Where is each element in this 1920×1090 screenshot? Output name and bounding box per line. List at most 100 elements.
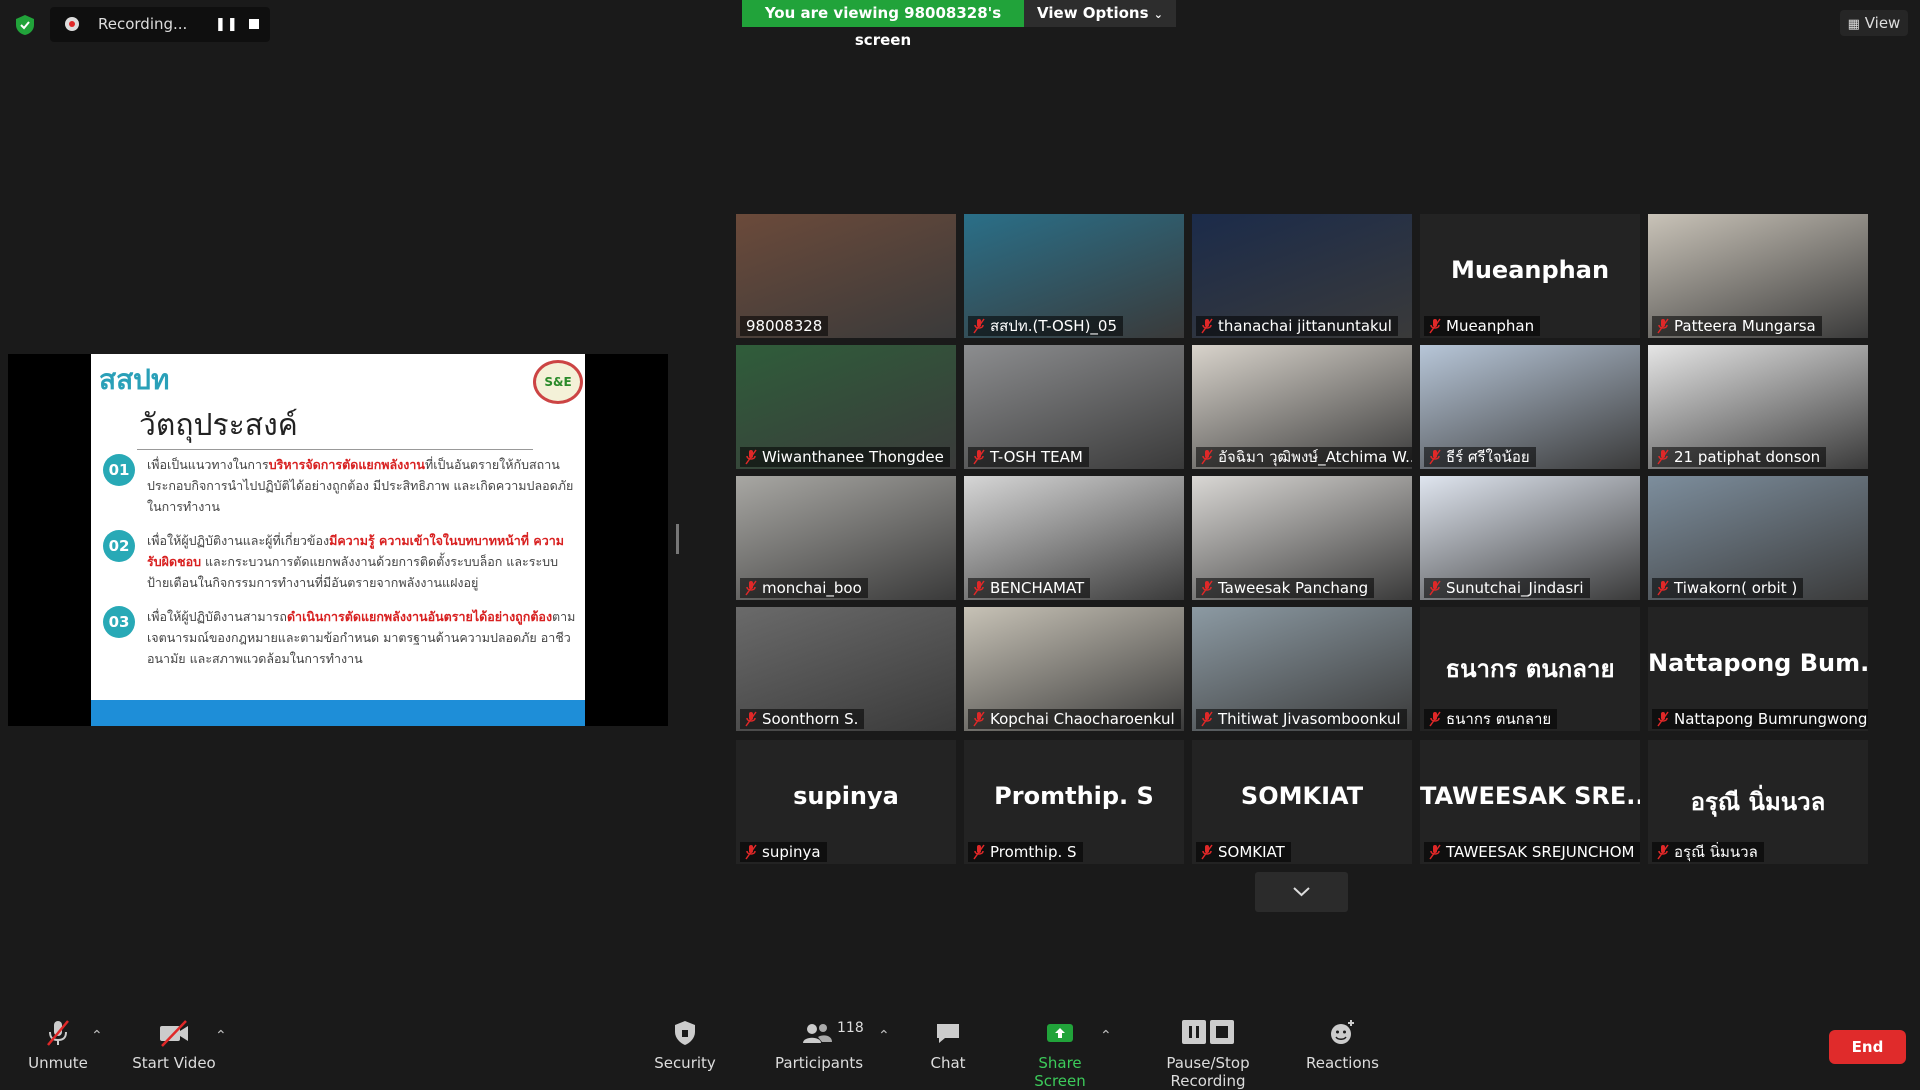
pause-stop-recording-button[interactable]: Pause/Stop Recording bbox=[1130, 1018, 1286, 1090]
muted-mic-icon bbox=[973, 580, 985, 596]
participant-tile[interactable]: Taweesak Panchang bbox=[1192, 476, 1412, 600]
slide-item-text: เพื่อให้ผู้ปฏิบัติงานและผู้ที่เกี่ยวข้อง… bbox=[147, 530, 577, 593]
next-page-button[interactable] bbox=[1255, 872, 1348, 912]
share-screen-label: Share Screen bbox=[1034, 1054, 1086, 1090]
participant-display-name: Mueanphan bbox=[1450, 256, 1610, 284]
participant-name: Wiwanthanee Thongdee bbox=[762, 448, 944, 466]
video-options-caret[interactable]: ⌃ bbox=[215, 1028, 227, 1044]
participant-tile[interactable]: Mueanphan Mueanphan bbox=[1420, 214, 1640, 338]
participant-name-label: Patteera Mungarsa bbox=[1652, 316, 1822, 336]
start-video-button[interactable]: Start Video bbox=[132, 1018, 216, 1072]
participant-name-label: TAWEESAK SREJUNCHOM bbox=[1424, 842, 1640, 862]
participant-name-label: สสปท.(T-OSH)_05 bbox=[968, 316, 1124, 336]
unmute-button[interactable]: Unmute bbox=[22, 1018, 94, 1072]
muted-mic-icon bbox=[1201, 449, 1213, 465]
recording-label: Recording... bbox=[98, 15, 188, 33]
participant-name: Sunutchai_Jindasri bbox=[1446, 579, 1584, 597]
slide-item-text-post: และกระบวนการตัดแยกพลังงานด้วยการติดตั้งร… bbox=[147, 554, 559, 590]
security-shield-icon[interactable] bbox=[14, 14, 36, 36]
participants-options-caret[interactable]: ⌃ bbox=[878, 1028, 890, 1044]
slide-footer-band bbox=[91, 700, 585, 726]
participant-name: thanachai jittanuntakul bbox=[1218, 317, 1392, 335]
slide-item-text-pre: เพื่อเป็นแนวทางในการ bbox=[147, 457, 269, 472]
participant-name-label: ธีร์ ศรีใจน้อย bbox=[1424, 447, 1536, 467]
slide-item-text-highlight: ดำเนินการตัดแยกพลังงานอันตรายได้อย่างถูก… bbox=[286, 609, 553, 624]
muted-mic-icon bbox=[1429, 318, 1441, 334]
participant-name: Promthip. S bbox=[990, 843, 1077, 861]
participant-tile[interactable]: supinya supinya bbox=[736, 740, 956, 864]
participant-name: SOMKIAT bbox=[1218, 843, 1285, 861]
participant-tile[interactable]: Nattapong Bum... Nattapong Bumrungwong bbox=[1648, 607, 1868, 731]
participant-tile[interactable]: SOMKIAT SOMKIAT bbox=[1192, 740, 1412, 864]
audio-options-caret[interactable]: ⌃ bbox=[91, 1028, 103, 1044]
share-screen-button[interactable]: Share Screen bbox=[1014, 1018, 1106, 1090]
participant-tile[interactable]: 98008328 bbox=[736, 214, 956, 338]
participant-name-label: Mueanphan bbox=[1424, 316, 1541, 336]
participant-name-label: อัจฉิมา วุฒิพงษ์_Atchima W... bbox=[1196, 447, 1412, 467]
participant-name-label: Promthip. S bbox=[968, 842, 1083, 862]
view-button[interactable]: ▦ View bbox=[1840, 10, 1908, 36]
slide-item-text: เพื่อให้ผู้ปฏิบัติงานสามารถดำเนินการตัดแ… bbox=[147, 606, 577, 669]
chat-button[interactable]: Chat bbox=[928, 1018, 968, 1072]
participant-name: Soonthorn S. bbox=[762, 710, 859, 728]
participant-tile[interactable]: Soonthorn S. bbox=[736, 607, 956, 731]
split-view-drag-handle[interactable] bbox=[676, 524, 679, 554]
muted-mic-icon bbox=[973, 449, 985, 465]
participant-display-name: Promthip. S bbox=[994, 782, 1154, 810]
participant-display-name: supinya bbox=[793, 782, 899, 810]
muted-mic-icon bbox=[1657, 711, 1669, 727]
participant-tile[interactable]: สสปท.(T-OSH)_05 bbox=[964, 214, 1184, 338]
participant-tile[interactable]: Wiwanthanee Thongdee bbox=[736, 345, 956, 469]
participant-name: Nattapong Bumrungwong bbox=[1674, 710, 1868, 728]
muted-mic-icon bbox=[1201, 580, 1213, 596]
participant-tile[interactable]: monchai_boo bbox=[736, 476, 956, 600]
participant-tile[interactable]: Patteera Mungarsa bbox=[1648, 214, 1868, 338]
reactions-button[interactable]: Reactions bbox=[1306, 1018, 1379, 1072]
participant-tile[interactable]: 21 patiphat donson bbox=[1648, 345, 1868, 469]
participant-tile[interactable]: BENCHAMAT bbox=[964, 476, 1184, 600]
muted-mic-icon bbox=[745, 449, 757, 465]
slide-logo: สสปท bbox=[99, 358, 169, 402]
shield-icon bbox=[675, 1021, 695, 1045]
participant-tile[interactable]: อัจฉิมา วุฒิพงษ์_Atchima W... bbox=[1192, 345, 1412, 469]
reactions-label: Reactions bbox=[1306, 1054, 1379, 1072]
slide-item-text-pre: เพื่อให้ผู้ปฏิบัติงานและผู้ที่เกี่ยวข้อง bbox=[147, 533, 330, 548]
participant-tile[interactable]: ธีร์ ศรีใจน้อย bbox=[1420, 345, 1640, 469]
participant-name-label: Nattapong Bumrungwong bbox=[1652, 709, 1868, 729]
participant-name-label: ธนากร ตนกลาย bbox=[1424, 709, 1558, 729]
participant-tile[interactable]: Promthip. S Promthip. S bbox=[964, 740, 1184, 864]
muted-mic-icon bbox=[1657, 318, 1669, 334]
view-options-button[interactable]: View Options ⌄ bbox=[1024, 0, 1176, 27]
slide-badge-logo: S&E bbox=[533, 360, 583, 404]
participant-name: Thitiwat Jivasomboonkul bbox=[1218, 710, 1401, 728]
participant-tile[interactable]: Tiwakorn( orbit ) bbox=[1648, 476, 1868, 600]
participant-tile[interactable]: อรุณี นิ่มนวล อรุณี นิ่มนวล bbox=[1648, 740, 1868, 864]
participant-count: 118 bbox=[837, 1020, 864, 1036]
participant-tile[interactable]: ธนากร ตนกลาย ธนากร ตนกลาย bbox=[1420, 607, 1640, 731]
participants-button[interactable]: 118 Participants bbox=[775, 1018, 864, 1072]
view-options-label: View Options bbox=[1037, 4, 1149, 22]
muted-mic-icon bbox=[1657, 844, 1669, 860]
participant-display-name: SOMKIAT bbox=[1240, 782, 1364, 810]
slide-item-number: 02 bbox=[103, 530, 135, 562]
end-meeting-button[interactable]: End bbox=[1829, 1030, 1906, 1064]
slide-divider bbox=[137, 449, 533, 450]
participant-tile[interactable]: thanachai jittanuntakul bbox=[1192, 214, 1412, 338]
pause-recording-icon[interactable]: ❚❚ bbox=[215, 17, 239, 32]
muted-mic-icon bbox=[1657, 449, 1669, 465]
stop-recording-icon[interactable] bbox=[249, 19, 259, 29]
muted-mic-icon bbox=[1429, 711, 1441, 727]
participant-tile[interactable]: Thitiwat Jivasomboonkul bbox=[1192, 607, 1412, 731]
participant-tile[interactable]: TAWEESAK SRE... TAWEESAK SREJUNCHOM bbox=[1420, 740, 1640, 864]
security-button[interactable]: Security bbox=[654, 1018, 716, 1072]
participant-name: ธนากร ตนกลาย bbox=[1446, 710, 1552, 728]
pause-stop-icon bbox=[1182, 1020, 1234, 1044]
view-label: View bbox=[1864, 14, 1901, 32]
participant-tile[interactable]: Sunutchai_Jindasri bbox=[1420, 476, 1640, 600]
share-options-caret[interactable]: ⌃ bbox=[1100, 1028, 1112, 1044]
participant-name-label: monchai_boo bbox=[740, 578, 868, 598]
participant-tile[interactable]: Kopchai Chaocharoenkul bbox=[964, 607, 1184, 731]
muted-mic-icon bbox=[973, 318, 985, 334]
participant-tile[interactable]: T-OSH TEAM bbox=[964, 345, 1184, 469]
participant-name-label: BENCHAMAT bbox=[968, 578, 1091, 598]
